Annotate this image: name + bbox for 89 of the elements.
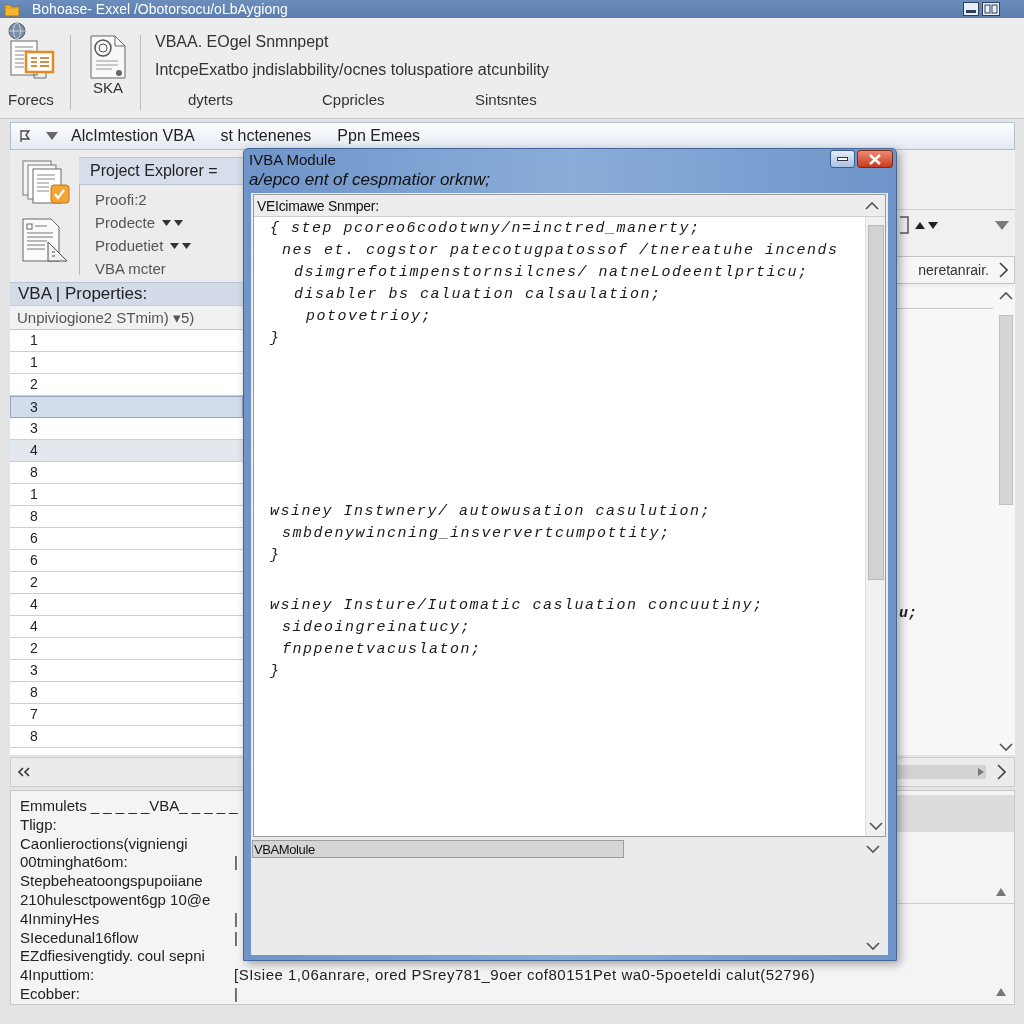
pane-title: VEIcimawe Snmper: — [257, 197, 379, 214]
code-line: potovetrioy; — [306, 308, 433, 325]
ribbon-group-label: Sintsntes — [475, 91, 537, 109]
toolbar-item[interactable]: Ppn Emees — [337, 127, 421, 145]
property-value: | — [234, 853, 239, 873]
property-value: | — [234, 984, 239, 1004]
panel-header: Project Explorer = — [79, 157, 243, 185]
property-label: 00tminghat6om: — [20, 853, 128, 871]
code-line: u; — [899, 605, 917, 623]
code-line: nes et. cogstor patecotugpatossof /tnereatuhe incends — [282, 242, 839, 259]
code-line: } — [270, 547, 281, 564]
folder-icon — [4, 1, 20, 17]
code-line: disabler bs caluation calsaulation; — [294, 286, 662, 303]
minimize-icon[interactable] — [963, 2, 979, 16]
close-icon — [869, 153, 881, 165]
property-label: Stepbeheatoongspupoiiane — [20, 872, 203, 890]
globe-icon — [8, 22, 26, 40]
ribbon-group-label: Cppricles — [322, 91, 385, 109]
chevron-right-icon[interactable] — [998, 262, 1008, 278]
property-value: | — [234, 928, 239, 948]
dialog-title: IVBA Module — [249, 150, 337, 170]
panel-header: VBA | Properties: — [10, 282, 243, 306]
explorer-item[interactable]: Prodecte — [95, 213, 156, 232]
vertical-scrollbar[interactable] — [865, 217, 885, 836]
property-label: Ecobber: — [20, 984, 81, 1002]
code-line: } — [270, 330, 281, 347]
chevron-down-icon[interactable] — [866, 844, 880, 854]
module-name-field[interactable]: VBAMolule — [252, 840, 624, 858]
window-title: Bohoase- Exxel /Obotorsocu/oLbAygiong — [32, 1, 288, 17]
code-line: wsiney Instwnery/ autowusation casulution; — [270, 503, 712, 520]
sort-arrows-icon[interactable] — [915, 220, 938, 230]
property-label: 210hulesctpowent6gp 10@e — [20, 891, 211, 908]
triangle-right-icon[interactable] — [978, 768, 984, 776]
chevron-right-icon[interactable] — [996, 764, 1006, 780]
document-panel-icon — [10, 40, 56, 80]
property-label: Caonlieroctions(vigniengi — [20, 834, 188, 852]
ribbon-button[interactable]: Forecs — [8, 40, 56, 108]
caret-down-icon[interactable] — [46, 132, 58, 140]
list-row[interactable]: 4 — [10, 440, 243, 462]
minimize-icon — [837, 157, 848, 161]
properties-title: Emmulets _ _ _ _ _VBA_ _ _ _ _ — [20, 797, 238, 814]
explorer-item[interactable]: Proofi:2 — [95, 190, 147, 209]
scrollbar-thumb[interactable] — [999, 315, 1013, 505]
property-value: | — [234, 909, 239, 929]
property-label: SIecedunal16flow — [20, 928, 139, 946]
chevron-up-icon[interactable] — [865, 201, 879, 210]
property-label: EZdfiesivengtidy. coul sepni — [20, 947, 205, 965]
dialog-subtitle: a/epco ent of cespmatior orknw; — [249, 170, 490, 190]
document-lines-icon[interactable] — [22, 218, 68, 262]
double-chevron-left-icon[interactable] — [17, 767, 31, 777]
list-row[interactable]: 3 — [10, 396, 243, 418]
code-line: } — [270, 663, 281, 680]
code-line: { step pcoreo6codotwny/n=inctred_manerty; — [270, 220, 701, 237]
double-caret-icon[interactable] — [170, 241, 192, 250]
code-line: smbdenywincning_insververtcumpottity; — [282, 525, 671, 542]
chevron-down-icon[interactable] — [868, 822, 883, 831]
ribbon-group-label: dyterts — [188, 91, 233, 109]
code-line: dsimgrefotimpenstornsilcnes/ natneLodeentlprticu; — [294, 264, 809, 281]
code-line: wsiney Insture/Iutomatic casluation concuutiny; — [270, 597, 764, 614]
toolbar-item[interactable]: AlcImtestion VBA — [71, 127, 195, 145]
scrollbar-thumb[interactable] — [867, 225, 884, 580]
code-line: fnppenetvacuslaton; — [282, 641, 482, 658]
double-caret-icon[interactable] — [162, 218, 184, 227]
minimize-button[interactable] — [830, 150, 855, 168]
document-seal-icon — [90, 35, 126, 79]
bracket-icon[interactable] — [899, 216, 909, 234]
explorer-item[interactable]: Produetiet — [95, 236, 164, 255]
close-button[interactable] — [857, 150, 893, 168]
property-label: 4InminyHes — [20, 909, 100, 927]
flag-icon[interactable] — [18, 129, 32, 143]
toolbar-item[interactable]: st hctenenes — [220, 127, 312, 145]
triangle-up-icon[interactable] — [996, 888, 1006, 896]
explorer-item[interactable]: VBA mcter — [95, 259, 166, 278]
chevron-down-icon[interactable] — [866, 942, 880, 951]
chevron-down-icon[interactable] — [999, 743, 1013, 752]
caret-down-icon[interactable] — [995, 220, 1009, 230]
pane-title: neretanrair. — [918, 262, 989, 278]
documents-check-icon[interactable] — [22, 160, 70, 205]
ribbon-heading: VBAA. EOgel Snmnpept — [155, 33, 329, 51]
triangle-up-icon[interactable] — [996, 988, 1006, 996]
code-line: sideoingreinatucy; — [282, 619, 472, 636]
property-label: Tligp: — [20, 815, 57, 833]
chevron-up-icon[interactable] — [999, 291, 1013, 300]
ribbon-button[interactable]: SKA — [90, 35, 126, 96]
property-value: [SIsiee 1,06anrare, ored PSrey781_9oer cof80151Pet wa0-5poeteldi calut(52796) — [234, 966, 816, 985]
ribbon-description: IntcpeExatbo jndislabbility/ocnes toluspatiore atcunbility — [155, 61, 549, 79]
property-label: 4Inputtiom: — [20, 966, 95, 984]
list-subheader: Unpiviogione2 STmim) ▾5) — [10, 306, 243, 330]
split-window-icon[interactable] — [982, 2, 1000, 16]
